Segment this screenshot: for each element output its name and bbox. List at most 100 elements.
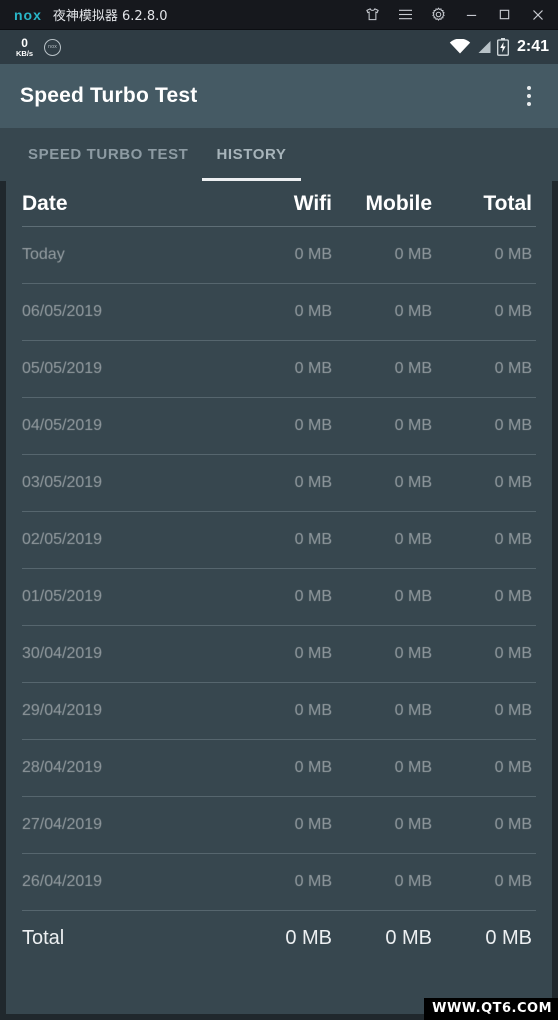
nox-badge-label: nox	[48, 44, 58, 50]
nox-logo: nox	[14, 6, 42, 23]
footer-label: Total	[22, 927, 65, 949]
column-header-date: Date	[22, 191, 68, 215]
cell-total: 0 MB	[494, 702, 532, 719]
maximize-icon[interactable]	[488, 0, 521, 30]
app-bar: Speed Turbo Test	[0, 64, 558, 128]
history-table: Date Wifi Mobile Total Today 0 MB 0 MB 0…	[0, 181, 558, 1020]
battery-charging-icon	[497, 38, 509, 56]
cell-date: 26/04/2019	[22, 873, 103, 890]
cell-wifi: 0 MB	[294, 531, 332, 548]
cell-total: 0 MB	[494, 588, 532, 605]
table-row[interactable]: 04/05/2019 0 MB 0 MB 0 MB	[22, 398, 536, 455]
cell-mobile: 0 MB	[394, 474, 432, 491]
footer-total-total: 0 MB	[485, 927, 532, 949]
cell-mobile: 0 MB	[394, 303, 432, 320]
table-row[interactable]: 01/05/2019 0 MB 0 MB 0 MB	[22, 569, 536, 626]
table-row[interactable]: 28/04/2019 0 MB 0 MB 0 MB	[22, 740, 536, 797]
cell-mobile: 0 MB	[394, 417, 432, 434]
cell-mobile: 0 MB	[394, 702, 432, 719]
tab-history[interactable]: HISTORY	[202, 128, 301, 181]
cell-date: 30/04/2019	[22, 645, 103, 662]
cell-wifi: 0 MB	[294, 873, 332, 890]
table-row[interactable]: 03/05/2019 0 MB 0 MB 0 MB	[22, 455, 536, 512]
cell-wifi: 0 MB	[294, 759, 332, 776]
table-row[interactable]: 27/04/2019 0 MB 0 MB 0 MB	[22, 797, 536, 854]
gear-icon[interactable]	[422, 0, 455, 30]
emulator-title-bar: nox 夜神模拟器 6.2.8.0	[0, 0, 558, 30]
table-row[interactable]: 05/05/2019 0 MB 0 MB 0 MB	[22, 341, 536, 398]
cell-date: 04/05/2019	[22, 417, 103, 434]
cell-date: 05/05/2019	[22, 360, 103, 377]
table-row[interactable]: 30/04/2019 0 MB 0 MB 0 MB	[22, 626, 536, 683]
cell-mobile: 0 MB	[394, 360, 432, 377]
cell-total: 0 MB	[494, 417, 532, 434]
cell-date: Today	[22, 246, 65, 263]
table-row[interactable]: Today 0 MB 0 MB 0 MB	[22, 227, 536, 284]
cell-date: 27/04/2019	[22, 816, 103, 833]
tab-bar: SPEED TURBO TEST HISTORY	[0, 128, 558, 181]
nox-badge-icon: nox	[44, 38, 62, 56]
cell-total: 0 MB	[494, 816, 532, 833]
tab-speed-turbo-test[interactable]: SPEED TURBO TEST	[14, 128, 202, 181]
table-row[interactable]: 06/05/2019 0 MB 0 MB 0 MB	[22, 284, 536, 341]
network-speed-unit: KB/s	[16, 48, 34, 58]
cell-mobile: 0 MB	[394, 816, 432, 833]
cell-mobile: 0 MB	[394, 531, 432, 548]
cell-mobile: 0 MB	[394, 246, 432, 263]
watermark: WWW.QT6.COM	[424, 998, 558, 1020]
network-speed-indicator: 0 KB/s	[16, 37, 33, 58]
table-row[interactable]: 29/04/2019 0 MB 0 MB 0 MB	[22, 683, 536, 740]
cell-mobile: 0 MB	[394, 588, 432, 605]
status-icons: 2:41	[449, 38, 549, 56]
cell-date: 02/05/2019	[22, 531, 103, 548]
table-footer-total-row: Total 0 MB 0 MB 0 MB	[22, 911, 536, 966]
footer-total-mobile: 0 MB	[385, 927, 432, 949]
cell-mobile: 0 MB	[394, 759, 432, 776]
cell-mobile: 0 MB	[394, 873, 432, 890]
cell-wifi: 0 MB	[294, 417, 332, 434]
cell-date: 28/04/2019	[22, 759, 103, 776]
cell-total: 0 MB	[494, 645, 532, 662]
page-title: Speed Turbo Test	[20, 84, 198, 107]
cell-wifi: 0 MB	[294, 645, 332, 662]
tab-label: HISTORY	[216, 146, 287, 163]
table-row[interactable]: 02/05/2019 0 MB 0 MB 0 MB	[22, 512, 536, 569]
android-status-bar: 0 KB/s nox 2:41	[0, 30, 558, 64]
cell-date: 01/05/2019	[22, 588, 103, 605]
network-speed-value: 0	[21, 35, 28, 50]
wifi-icon	[449, 39, 471, 54]
cell-total: 0 MB	[494, 303, 532, 320]
cell-wifi: 0 MB	[294, 474, 332, 491]
cell-wifi: 0 MB	[294, 360, 332, 377]
menu-icon[interactable]	[389, 0, 422, 30]
footer-total-wifi: 0 MB	[285, 927, 332, 949]
cell-date: 29/04/2019	[22, 702, 103, 719]
signal-icon	[478, 41, 491, 53]
column-header-total: Total	[483, 191, 532, 215]
cell-total: 0 MB	[494, 246, 532, 263]
column-header-mobile: Mobile	[365, 191, 433, 215]
cell-wifi: 0 MB	[294, 816, 332, 833]
table-row[interactable]: 26/04/2019 0 MB 0 MB 0 MB	[22, 854, 536, 911]
cell-total: 0 MB	[494, 474, 532, 491]
cell-wifi: 0 MB	[294, 246, 332, 263]
cell-mobile: 0 MB	[394, 645, 432, 662]
status-clock: 2:41	[516, 38, 549, 55]
emulator-window: nox 夜神模拟器 6.2.8.0 0 KB/s nox 2:41 Speed …	[0, 0, 558, 1020]
close-icon[interactable]	[521, 0, 554, 30]
cell-wifi: 0 MB	[294, 588, 332, 605]
column-header-wifi: Wifi	[293, 191, 332, 215]
shirt-icon[interactable]	[356, 0, 389, 30]
emulator-title: 夜神模拟器 6.2.8.0	[52, 9, 168, 24]
cell-total: 0 MB	[494, 531, 532, 548]
cell-total: 0 MB	[494, 759, 532, 776]
cell-wifi: 0 MB	[294, 702, 332, 719]
cell-date: 06/05/2019	[22, 303, 103, 320]
cell-total: 0 MB	[494, 360, 532, 377]
overflow-menu-icon[interactable]	[514, 73, 544, 119]
minimize-icon[interactable]	[455, 0, 488, 30]
table-header-row: Date Wifi Mobile Total	[22, 181, 536, 227]
cell-wifi: 0 MB	[294, 303, 332, 320]
cell-date: 03/05/2019	[22, 474, 103, 491]
cell-total: 0 MB	[494, 873, 532, 890]
